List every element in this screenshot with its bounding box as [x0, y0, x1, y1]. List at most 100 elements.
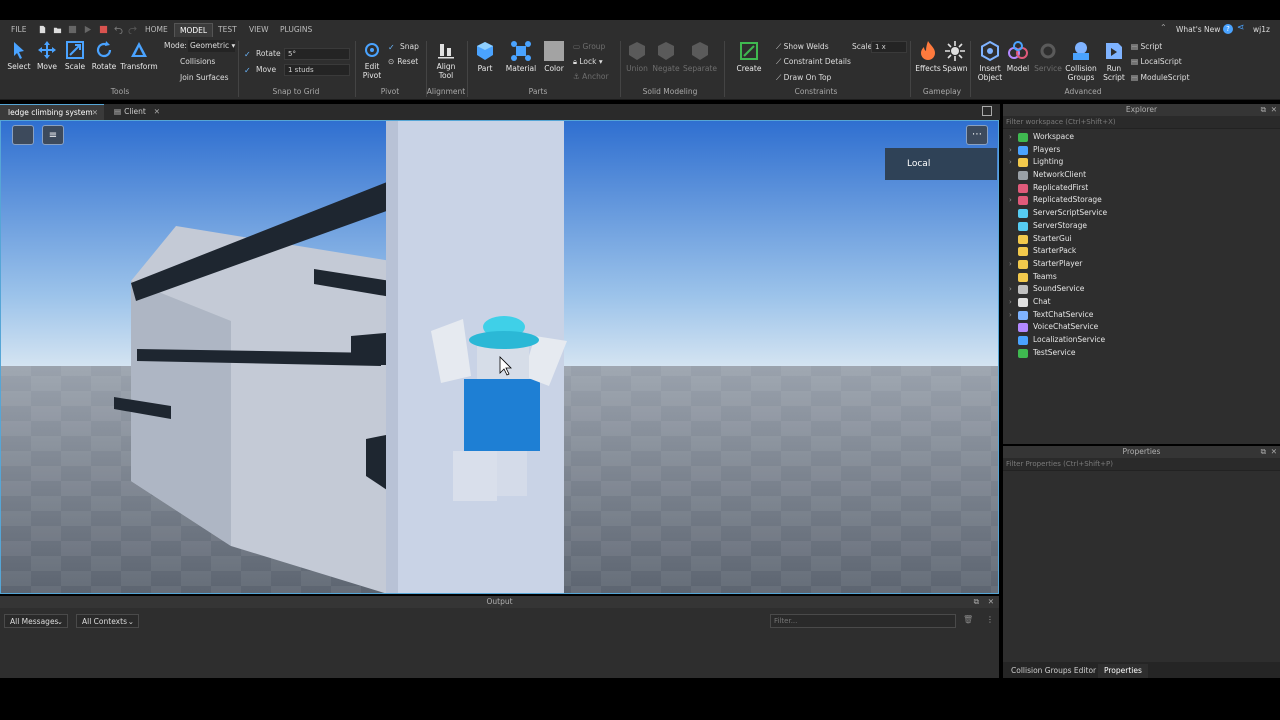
- tab-ledge-climbing-system[interactable]: ledge climbing system ✕: [0, 104, 104, 120]
- user-name[interactable]: wj1z: [1248, 23, 1275, 37]
- scale-tool-button[interactable]: Scale: [59, 40, 91, 71]
- redo-icon[interactable]: [128, 25, 137, 34]
- tab-view[interactable]: VIEW: [244, 23, 274, 37]
- save-icon[interactable]: [68, 25, 77, 34]
- explorer-item[interactable]: › Lighting: [1003, 156, 1280, 169]
- expand-arrow-icon[interactable]: ›: [1009, 131, 1012, 144]
- open-icon[interactable]: [53, 25, 62, 34]
- expand-arrow-icon[interactable]: ›: [1009, 144, 1012, 157]
- snap-move-toggle[interactable]: ✓ Move: [244, 64, 276, 76]
- tab-test[interactable]: TEST: [213, 23, 242, 37]
- undock-icon[interactable]: ⧉: [1261, 104, 1266, 116]
- chevron-up-icon[interactable]: ⌃: [1160, 23, 1167, 32]
- explorer-item[interactable]: StarterPack: [1003, 245, 1280, 258]
- messages-filter-dropdown[interactable]: All Messages ⌄: [4, 614, 68, 628]
- new-file-icon[interactable]: [38, 25, 47, 34]
- transform-tool-button[interactable]: Transform: [120, 40, 158, 71]
- tab-model[interactable]: MODEL: [174, 23, 214, 37]
- constraint-scale-field[interactable]: 1 x: [871, 41, 907, 53]
- tab-client[interactable]: ▤ Client ✕: [106, 104, 164, 120]
- explorer-item[interactable]: › StarterPlayer: [1003, 258, 1280, 271]
- rotate-increment-field[interactable]: 5°: [284, 48, 350, 60]
- explorer-item[interactable]: › Chat: [1003, 296, 1280, 309]
- show-welds-toggle[interactable]: ⟋ Show Welds: [776, 41, 829, 53]
- insert-module-script-button[interactable]: ▤ ModuleScript: [1131, 72, 1190, 84]
- insert-script-button[interactable]: ▤ Script: [1131, 41, 1162, 53]
- part-button[interactable]: Part: [469, 40, 501, 73]
- tab-file[interactable]: FILE: [6, 23, 31, 37]
- properties-filter-input[interactable]: Filter Properties (Ctrl+Shift+P): [1003, 458, 1280, 471]
- spawn-button[interactable]: Spawn: [939, 40, 971, 73]
- output-filter-input[interactable]: [770, 614, 956, 628]
- union-button[interactable]: Union: [621, 40, 653, 73]
- draw-on-top-toggle[interactable]: ⟋ Draw On Top: [776, 72, 831, 84]
- undock-icon[interactable]: ⧉: [1261, 446, 1266, 458]
- 3d-viewport[interactable]: ≡ ⋯ Local: [0, 120, 999, 594]
- explorer-item[interactable]: › ReplicatedStorage: [1003, 194, 1280, 207]
- roblox-logo-icon[interactable]: [12, 125, 34, 145]
- trash-icon[interactable]: 🗑︎: [963, 615, 973, 624]
- color-button[interactable]: Color: [538, 40, 570, 73]
- whats-new-link[interactable]: What's New: [1171, 23, 1225, 37]
- rotate-tool-button[interactable]: Rotate: [88, 40, 120, 71]
- expand-arrow-icon[interactable]: ›: [1009, 258, 1012, 271]
- explorer-item[interactable]: StarterGui: [1003, 233, 1280, 246]
- more-vertical-icon[interactable]: ⋮: [986, 615, 994, 624]
- expand-arrow-icon[interactable]: ›: [1009, 283, 1012, 296]
- undo-icon[interactable]: [114, 25, 123, 34]
- expand-arrow-icon[interactable]: ›: [1009, 194, 1012, 207]
- explorer-item[interactable]: Teams: [1003, 271, 1280, 284]
- explorer-filter-input[interactable]: Filter workspace (Ctrl+Shift+X): [1003, 116, 1280, 129]
- tab-collision-groups-editor[interactable]: Collision Groups Editor: [1005, 664, 1102, 678]
- collision-groups-button[interactable]: Collision Groups: [1064, 40, 1098, 82]
- explorer-item[interactable]: › Workspace: [1003, 131, 1280, 144]
- explorer-item[interactable]: › TextChatService: [1003, 309, 1280, 322]
- tab-properties[interactable]: Properties: [1098, 664, 1148, 678]
- collisions-toggle[interactable]: Collisions: [168, 56, 215, 68]
- material-button[interactable]: Material: [505, 40, 537, 73]
- join-surfaces-toggle[interactable]: Join Surfaces: [168, 72, 229, 84]
- tab-plugins[interactable]: PLUGINS: [275, 23, 317, 37]
- help-icon[interactable]: ?: [1223, 24, 1233, 34]
- pivot-reset-button[interactable]: ⊙ Reset: [388, 56, 418, 68]
- explorer-item[interactable]: ServerScriptService: [1003, 207, 1280, 220]
- local-button[interactable]: Local: [885, 148, 997, 180]
- close-icon[interactable]: ✕: [1271, 446, 1277, 458]
- separate-button[interactable]: Separate: [681, 40, 719, 73]
- expand-arrow-icon[interactable]: ›: [1009, 309, 1012, 322]
- explorer-item[interactable]: NetworkClient: [1003, 169, 1280, 182]
- tab-home[interactable]: HOME: [140, 23, 173, 37]
- more-options-icon[interactable]: ⋯: [966, 125, 988, 145]
- snap-rotate-toggle[interactable]: ✓ Rotate: [244, 48, 281, 60]
- explorer-item[interactable]: ServerStorage: [1003, 220, 1280, 233]
- explorer-item[interactable]: LocalizationService: [1003, 334, 1280, 347]
- explorer-item[interactable]: › Players: [1003, 144, 1280, 157]
- close-icon[interactable]: ✕: [92, 105, 98, 121]
- explorer-item[interactable]: ReplicatedFirst: [1003, 182, 1280, 195]
- explorer-item[interactable]: › SoundService: [1003, 283, 1280, 296]
- contexts-filter-dropdown[interactable]: All Contexts ⌄: [76, 614, 139, 628]
- anchor-button[interactable]: ⚓︎ Anchor: [573, 71, 609, 83]
- play-icon[interactable]: [83, 25, 92, 34]
- share-icon[interactable]: ⋖: [1237, 23, 1245, 33]
- expand-arrow-icon[interactable]: ›: [1009, 156, 1012, 169]
- mode-select[interactable]: Geometric ▾: [188, 40, 235, 52]
- service-button[interactable]: Service: [1032, 40, 1064, 73]
- undock-icon[interactable]: ⧉: [974, 596, 979, 608]
- move-increment-field[interactable]: 1 studs: [284, 64, 350, 76]
- close-icon[interactable]: ✕: [154, 104, 160, 120]
- pivot-snap-toggle[interactable]: ✓ Snap: [388, 41, 419, 53]
- explorer-item[interactable]: TestService: [1003, 347, 1280, 360]
- lock-button[interactable]: 🔒︎ Lock ▾: [573, 56, 603, 68]
- chat-icon[interactable]: ≡: [42, 125, 64, 145]
- stop-icon[interactable]: [99, 25, 108, 34]
- run-script-button[interactable]: Run Script: [1098, 40, 1130, 82]
- constraint-details-toggle[interactable]: ⟋ Constraint Details: [776, 56, 851, 68]
- negate-button[interactable]: Negate: [650, 40, 682, 73]
- expand-arrow-icon[interactable]: ›: [1009, 296, 1012, 309]
- close-icon[interactable]: ✕: [988, 596, 994, 608]
- insert-local-script-button[interactable]: ▤ LocalScript: [1131, 56, 1182, 68]
- model-button[interactable]: Model: [1002, 40, 1034, 73]
- close-icon[interactable]: ✕: [1271, 104, 1277, 116]
- explorer-item[interactable]: VoiceChatService: [1003, 321, 1280, 334]
